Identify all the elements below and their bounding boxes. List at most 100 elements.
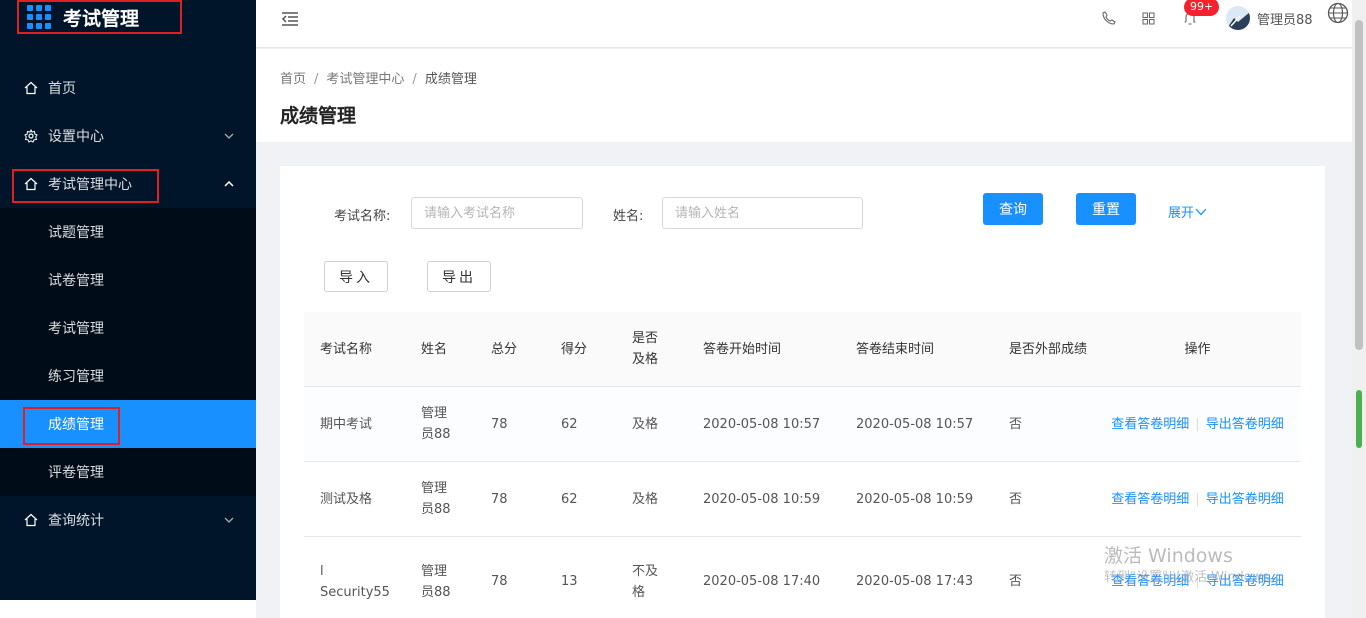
export-answer-detail-link[interactable]: 导出答卷明细: [1206, 492, 1284, 507]
cell-end-time: 2020-05-08 10:59: [856, 491, 974, 507]
home-icon: [24, 177, 38, 191]
import-button[interactable]: 导入: [324, 261, 388, 292]
bottom-strip: [0, 600, 256, 618]
chevron-down-icon: [222, 513, 236, 527]
operation-separator: |: [1195, 491, 1200, 507]
home-icon: [24, 81, 38, 95]
app-title: 考试管理: [63, 7, 140, 30]
sidebar-item-statistics[interactable]: 查询统计: [0, 496, 256, 544]
sidebar-item-label: 考试管理中心: [48, 177, 132, 193]
cell-passed: 不及格: [632, 563, 659, 600]
breadcrumb-current: 成绩管理: [424, 72, 477, 87]
sidebar-item-label: 练习管理: [48, 369, 104, 385]
sidebar-item-scores[interactable]: 成绩管理: [0, 400, 256, 448]
scrollbar-thumb[interactable]: [1355, 20, 1363, 350]
cell-end-time: 2020-05-08 10:57: [856, 416, 974, 432]
grid-icon[interactable]: [1140, 10, 1156, 26]
gear-icon: [24, 129, 38, 143]
expand-link[interactable]: 展开: [1168, 202, 1207, 221]
name-label: 姓名:: [613, 209, 644, 224]
column-header: 操作: [1184, 341, 1211, 357]
exam-center-submenu: 试题管理 试卷管理 考试管理 练习管理 成绩管理 评卷管理: [0, 208, 256, 496]
sidebar-menu: 首页 设置中心 考试管理中心 试题管理 试卷管理 考试管理 练习管理 成绩管理 …: [0, 64, 256, 544]
breadcrumb-item[interactable]: 考试管理中心: [326, 72, 404, 87]
cell-exam: 测试及格: [320, 491, 373, 507]
home-icon: [24, 513, 38, 527]
sidebar-item-label: 成绩管理: [48, 417, 104, 433]
cell-score: 62: [561, 416, 578, 432]
table-row: 期中考试 管理员88 78 62 及格 2020-05-08 10:57 202…: [304, 387, 1301, 462]
sidebar-item-grading[interactable]: 评卷管理: [0, 448, 256, 496]
sidebar: 考试管理 首页 设置中心 考试管理中心 试题管理 试卷管理 考试管理 练习管理 …: [0, 0, 256, 600]
page-title: 成绩管理: [280, 105, 357, 127]
cell-name: 管理员88: [421, 563, 451, 600]
sidebar-item-label: 查询统计: [48, 513, 104, 529]
reset-button[interactable]: 重置: [1076, 193, 1136, 225]
breadcrumb-separator: /: [412, 72, 417, 87]
cell-total: 78: [491, 491, 508, 507]
cell-score: 62: [561, 491, 578, 507]
table-row: 测试及格 管理员88 78 62 及格 2020-05-08 10:59 202…: [304, 462, 1301, 537]
chevron-down-icon: [222, 129, 236, 143]
cell-start-time: 2020-05-08 10:57: [703, 416, 821, 432]
column-header: 姓名: [421, 341, 448, 357]
scroll-indicator: [1356, 390, 1362, 448]
notification-badge: 99+: [1184, 0, 1220, 16]
chevron-down-icon: [1195, 208, 1207, 215]
sidebar-item-label: 设置中心: [48, 129, 104, 145]
sidebar-item-label: 试卷管理: [48, 273, 104, 289]
query-button[interactable]: 查询: [983, 193, 1043, 225]
sidebar-item-practice[interactable]: 练习管理: [0, 352, 256, 400]
sidebar-item-label: 首页: [48, 81, 76, 97]
sidebar-item-settings[interactable]: 设置中心: [0, 112, 256, 160]
globe-icon[interactable]: [1327, 2, 1349, 24]
menu-fold-icon[interactable]: [280, 9, 300, 29]
windows-activation-hint: 转到"设置"以激活 Windows。: [1104, 570, 1283, 585]
sidebar-item-label: 评卷管理: [48, 465, 104, 481]
sidebar-item-label: 试题管理: [48, 225, 104, 241]
page-header: 首页 / 考试管理中心 / 成绩管理 成绩管理: [256, 49, 1352, 142]
phone-icon[interactable]: [1101, 10, 1117, 26]
app-logo[interactable]: 考试管理: [17, 0, 182, 34]
sidebar-item-home[interactable]: 首页: [0, 64, 256, 112]
column-header: 是否及格: [632, 331, 659, 367]
sidebar-item-exam-center[interactable]: 考试管理中心: [0, 160, 256, 208]
cell-total: 78: [491, 574, 508, 589]
exam-name-input[interactable]: [411, 197, 583, 229]
table-header: 考试名称 姓名 总分 得分 是否及格 答卷开始时间 答卷结束时间 是否外部成绩 …: [304, 312, 1301, 387]
top-header: 99+ 管理员88: [256, 0, 1352, 48]
column-header: 答卷结束时间: [856, 341, 935, 357]
app-grid-icon: [27, 5, 51, 29]
exam-name-label: 考试名称:: [334, 209, 391, 224]
column-header: 是否外部成绩: [1009, 341, 1088, 357]
expand-link-label: 展开: [1168, 206, 1195, 221]
cell-name: 管理员88: [421, 406, 451, 442]
view-answer-detail-link[interactable]: 查看答卷明细: [1111, 492, 1189, 507]
export-answer-detail-link[interactable]: 导出答卷明细: [1206, 417, 1284, 432]
sidebar-item-label: 考试管理: [48, 321, 104, 337]
column-header: 得分: [561, 341, 588, 357]
export-button[interactable]: 导出: [427, 261, 491, 292]
cell-exam: l Security55: [320, 563, 390, 600]
page-scrollbar[interactable]: [1352, 0, 1366, 618]
user-name[interactable]: 管理员88: [1257, 9, 1313, 28]
breadcrumb-item[interactable]: 首页: [280, 72, 306, 87]
cell-score: 13: [561, 574, 578, 589]
sidebar-item-exams[interactable]: 考试管理: [0, 304, 256, 352]
avatar[interactable]: [1226, 6, 1250, 30]
cell-operations: 查看答卷明细 | 导出答卷明细: [1110, 462, 1285, 536]
windows-activation-watermark: 激活 Windows: [1104, 545, 1233, 567]
breadcrumb-separator: /: [314, 72, 319, 87]
cell-total: 78: [491, 416, 508, 432]
column-header: 答卷开始时间: [703, 341, 782, 357]
sidebar-item-papers[interactable]: 试卷管理: [0, 256, 256, 304]
operation-separator: |: [1195, 416, 1200, 432]
column-header: 总分: [491, 341, 518, 357]
cell-operations: 查看答卷明细 | 导出答卷明细: [1110, 387, 1285, 461]
sidebar-item-questions[interactable]: 试题管理: [0, 208, 256, 256]
cell-external: 否: [1009, 416, 1023, 432]
chevron-up-icon: [222, 177, 236, 191]
name-input[interactable]: [662, 197, 863, 229]
cell-passed: 及格: [632, 416, 659, 432]
view-answer-detail-link[interactable]: 查看答卷明细: [1111, 417, 1189, 432]
